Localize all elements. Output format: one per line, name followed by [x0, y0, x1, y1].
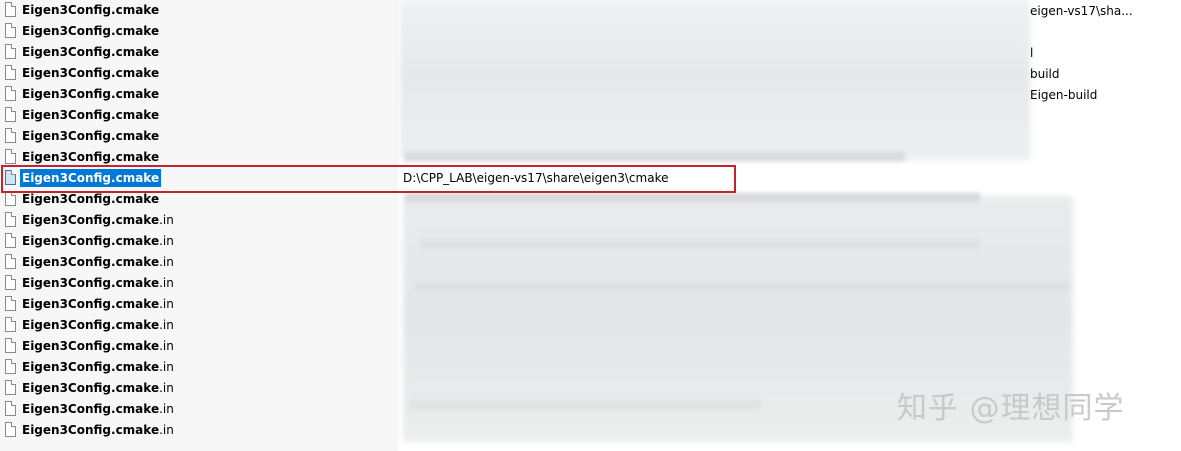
file-extension: .cmake — [111, 87, 160, 101]
file-row[interactable]: Eigen3Config.cmake — [0, 63, 1181, 84]
file-extension: .in — [159, 360, 174, 374]
file-extension: .in — [159, 423, 174, 437]
file-name[interactable]: Eigen3Config.cmake.in — [22, 213, 174, 227]
file-extension: .cmake — [111, 192, 160, 206]
file-row[interactable]: Eigen3Config.cmake.in — [0, 315, 1181, 336]
file-basename: Eigen3Config — [22, 24, 112, 38]
file-basename: Eigen3Config.cmake — [22, 234, 160, 248]
file-extension: .cmake — [111, 3, 160, 17]
file-icon — [5, 212, 16, 227]
file-basename: Eigen3Config — [22, 45, 112, 59]
file-icon — [5, 128, 16, 143]
file-row[interactable]: Eigen3Config.cmake.in — [0, 210, 1181, 231]
file-name[interactable]: Eigen3Config.cmake.in — [22, 339, 174, 353]
file-icon — [5, 317, 16, 332]
file-extension: .in — [159, 402, 174, 416]
file-basename: Eigen3Config.cmake — [22, 423, 160, 437]
file-icon — [5, 44, 16, 59]
file-row[interactable]: Eigen3Config.cmake — [0, 126, 1181, 147]
file-row[interactable]: Eigen3Config.cmake.in — [0, 252, 1181, 273]
highlight-frame — [1, 165, 736, 193]
file-basename: Eigen3Config.cmake — [22, 318, 160, 332]
file-row[interactable]: Eigen3Config.cmake — [0, 21, 1181, 42]
file-icon — [5, 338, 16, 353]
file-basename: Eigen3Config.cmake — [22, 402, 160, 416]
file-name[interactable]: Eigen3Config.cmake.in — [22, 234, 174, 248]
file-extension: .cmake — [111, 150, 160, 164]
file-name[interactable]: Eigen3Config.cmake.in — [22, 318, 174, 332]
file-row[interactable]: Eigen3Config.cmake.in — [0, 294, 1181, 315]
file-basename: Eigen3Config.cmake — [22, 255, 160, 269]
file-extension: .cmake — [111, 24, 160, 38]
file-row[interactable]: Eigen3Config.cmake.in — [0, 231, 1181, 252]
file-basename: Eigen3Config.cmake — [22, 381, 160, 395]
file-icon — [5, 401, 16, 416]
file-row[interactable]: Eigen3Config.cmake.in — [0, 273, 1181, 294]
file-basename: Eigen3Config.cmake — [22, 213, 160, 227]
file-name[interactable]: Eigen3Config.cmake.in — [22, 423, 174, 437]
file-extension: .in — [159, 339, 174, 353]
file-icon — [5, 23, 16, 38]
file-extension: .in — [159, 276, 174, 290]
file-icon — [5, 233, 16, 248]
file-name[interactable]: Eigen3Config.cmake.in — [22, 276, 174, 290]
file-icon — [5, 191, 16, 206]
file-extension: .in — [159, 318, 174, 332]
file-extension: .in — [159, 297, 174, 311]
file-name[interactable]: Eigen3Config.cmake.in — [22, 360, 174, 374]
file-basename: Eigen3Config.cmake — [22, 297, 160, 311]
file-name[interactable]: Eigen3Config.cmake.in — [22, 297, 174, 311]
file-extension: .in — [159, 234, 174, 248]
file-icon — [5, 86, 16, 101]
file-icon — [5, 275, 16, 290]
file-name[interactable]: Eigen3Config.cmake — [22, 24, 159, 38]
file-name[interactable]: Eigen3Config.cmake.in — [22, 255, 174, 269]
file-extension: .in — [159, 213, 174, 227]
file-extension: .cmake — [111, 129, 160, 143]
file-name[interactable]: Eigen3Config.cmake — [22, 45, 159, 59]
file-basename: Eigen3Config.cmake — [22, 276, 160, 290]
file-row[interactable]: Eigen3Config.cmake — [0, 105, 1181, 126]
file-icon — [5, 296, 16, 311]
file-name[interactable]: Eigen3Config.cmake — [22, 3, 159, 17]
file-row[interactable]: Eigen3Config.cmake — [0, 84, 1181, 105]
file-name[interactable]: Eigen3Config.cmake.in — [22, 381, 174, 395]
watermark: 知乎 @理想同学 — [897, 391, 1125, 426]
file-icon — [5, 254, 16, 269]
file-icon — [5, 149, 16, 164]
file-extension: .in — [159, 255, 174, 269]
file-icon — [5, 422, 16, 437]
file-extension: .cmake — [111, 108, 160, 122]
file-basename: Eigen3Config — [22, 192, 112, 206]
file-row[interactable]: Eigen3Config.cmake.in — [0, 357, 1181, 378]
file-icon — [5, 380, 16, 395]
file-extension: .in — [159, 381, 174, 395]
file-basename: Eigen3Config — [22, 108, 112, 122]
file-icon — [5, 107, 16, 122]
file-row[interactable]: Eigen3Config.cmake — [0, 42, 1181, 63]
file-icon — [5, 2, 16, 17]
file-name[interactable]: Eigen3Config.cmake — [22, 108, 159, 122]
file-name[interactable]: Eigen3Config.cmake.in — [22, 402, 174, 416]
file-name[interactable]: Eigen3Config.cmake — [22, 66, 159, 80]
file-extension: .cmake — [111, 66, 160, 80]
file-basename: Eigen3Config — [22, 150, 112, 164]
file-row[interactable]: Eigen3Config.cmake.in — [0, 336, 1181, 357]
file-extension: .cmake — [111, 45, 160, 59]
file-name[interactable]: Eigen3Config.cmake — [22, 192, 159, 206]
file-name[interactable]: Eigen3Config.cmake — [22, 150, 159, 164]
file-basename: Eigen3Config — [22, 3, 112, 17]
file-basename: Eigen3Config — [22, 129, 112, 143]
file-basename: Eigen3Config.cmake — [22, 339, 160, 353]
file-basename: Eigen3Config — [22, 87, 112, 101]
file-basename: Eigen3Config — [22, 66, 112, 80]
file-basename: Eigen3Config.cmake — [22, 360, 160, 374]
file-name[interactable]: Eigen3Config.cmake — [22, 87, 159, 101]
file-name[interactable]: Eigen3Config.cmake — [22, 129, 159, 143]
file-icon — [5, 359, 16, 374]
file-row[interactable]: Eigen3Config.cmake — [0, 0, 1181, 21]
file-icon — [5, 65, 16, 80]
